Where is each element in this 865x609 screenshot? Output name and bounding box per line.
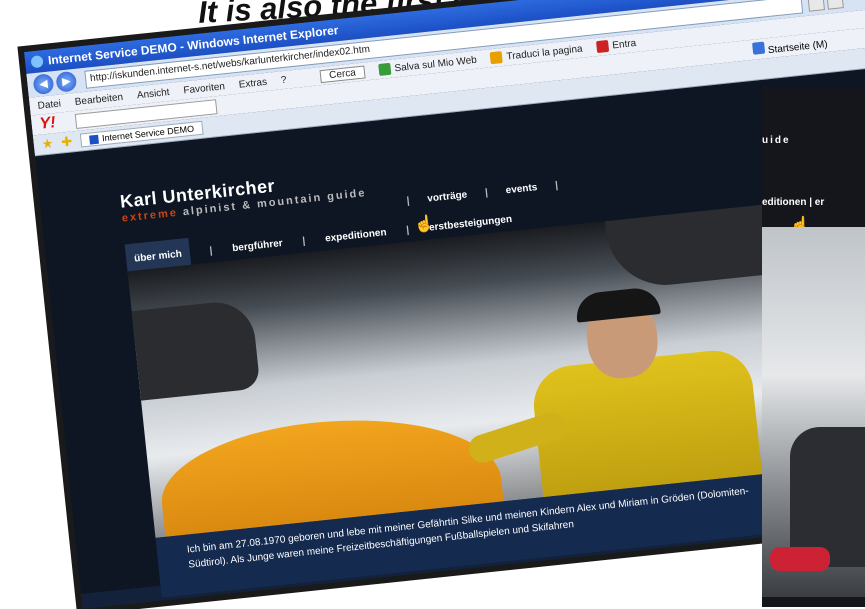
nav-bergfuehrer[interactable]: bergführer [232, 238, 283, 254]
salva-icon [378, 62, 392, 76]
translate-icon [490, 51, 504, 65]
overlay-tagline: uide [762, 135, 791, 146]
menu-extras[interactable]: Extras [238, 76, 267, 90]
nav-vortraege[interactable]: vorträge [427, 189, 468, 204]
yahoo-logo: Y! [38, 114, 57, 133]
nav-separator: | [484, 187, 489, 199]
nav-separator: | [405, 224, 410, 236]
nav-separator: | [209, 245, 214, 257]
cerca-button[interactable]: Cerca [319, 65, 366, 83]
ie-icon [30, 55, 44, 69]
menu-help[interactable]: ? [280, 74, 287, 86]
nav-erstbesteigungen[interactable]: erstbesteigungen [429, 214, 513, 234]
browser-window: Internet Service DEMO - Windows Internet… [24, 0, 865, 609]
forward-button[interactable]: ▶ [55, 70, 78, 93]
overlay-climber [790, 427, 865, 567]
back-button[interactable]: ◀ [32, 73, 55, 96]
address-actions [807, 0, 844, 12]
nav-separator: | [406, 195, 411, 207]
top-nav: | vorträge | events | [406, 180, 558, 207]
page-favicon [88, 134, 99, 145]
menu-favoriten[interactable]: Favoriten [183, 81, 226, 96]
nav-separator: | [301, 235, 306, 247]
nav-events[interactable]: events [505, 182, 538, 196]
menu-ansicht[interactable]: Ansicht [136, 87, 170, 101]
overlay-photo [762, 227, 865, 597]
yahoo-icon [595, 39, 609, 54]
home-icon [752, 41, 766, 55]
entra-label: Entra [611, 37, 637, 51]
menu-bearbeiten[interactable]: Bearbeiten [74, 91, 123, 107]
hand-cursor-icon: ☝ [413, 215, 435, 235]
zoom-overlay: uide editionen | er ☝ [762, 87, 865, 607]
nav-expeditionen[interactable]: expeditionen [325, 227, 387, 244]
overlay-nav: editionen | er [762, 197, 825, 208]
stop-button[interactable] [826, 0, 844, 10]
refresh-button[interactable] [807, 0, 826, 12]
favorites-star-icon[interactable]: ★ [41, 135, 54, 152]
nav-separator: | [554, 179, 559, 192]
add-favorite-icon[interactable]: ✚ [60, 133, 73, 150]
menu-datei[interactable]: Datei [37, 98, 61, 111]
page-content: Karl Unterkircher extreme alpinist & mou… [34, 66, 865, 598]
site-brand: Karl Unterkircher extreme alpinist & mou… [119, 166, 367, 225]
overlay-boot [770, 547, 830, 571]
rock-shape [131, 298, 261, 401]
entra-button[interactable]: Entra [595, 37, 637, 54]
